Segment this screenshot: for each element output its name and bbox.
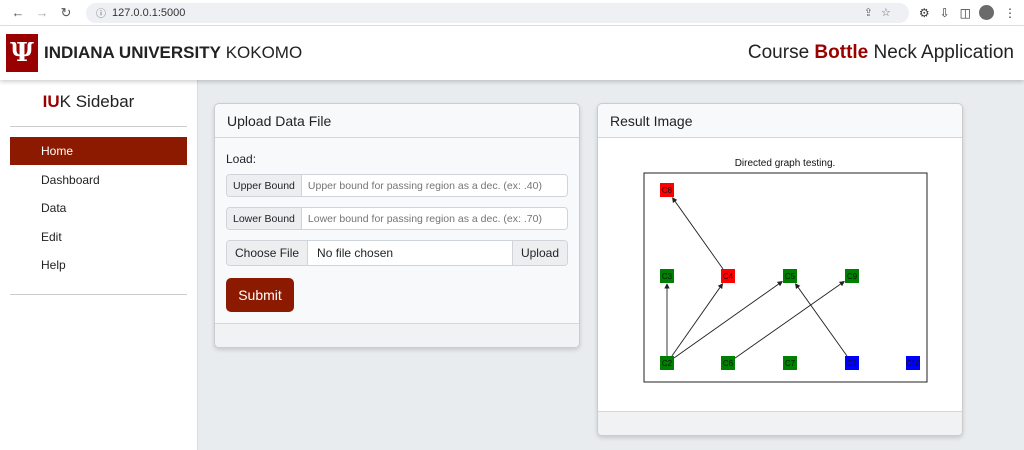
result-card-footer	[598, 411, 962, 435]
download-icon[interactable]: ⇩	[940, 6, 950, 20]
graph-node-label: C6	[723, 359, 734, 368]
submit-button[interactable]: Submit	[226, 278, 294, 312]
sidebar-title-iu: IU	[42, 92, 60, 111]
share-bookmark-icons[interactable]: ⇪☆	[864, 6, 899, 19]
load-label: Load:	[226, 152, 257, 166]
graph-node-c3: C3	[660, 269, 674, 283]
graph-node-label: C4	[723, 272, 734, 281]
sidebar-item-dashboard[interactable]: Dashboard	[10, 166, 187, 194]
graph-node-label: C5	[785, 272, 796, 281]
forward-icon[interactable]: →	[32, 5, 52, 20]
graph-node-c10: C10	[906, 356, 921, 370]
address-bar[interactable]: ⓘ 127.0.0.1:5000 ⇪☆	[86, 2, 909, 23]
graph-node-c4: C4	[721, 269, 735, 283]
menu-icon[interactable]: ⋮	[1004, 6, 1016, 20]
lower-bound-label: Lower Bound	[227, 208, 302, 229]
upload-card-title: Upload Data File	[215, 104, 579, 138]
graph-node-c6: C6	[721, 356, 735, 370]
graph-node-label: C3	[662, 272, 673, 281]
sidebar-title: IUK Sidebar	[0, 92, 177, 112]
profile-avatar[interactable]	[979, 5, 994, 20]
graph-node-c5: C5	[783, 269, 797, 283]
result-card-title: Result Image	[598, 104, 962, 138]
upper-bound-group: Upper Bound	[226, 174, 568, 197]
lower-bound-group: Lower Bound	[226, 207, 568, 230]
url-text: 127.0.0.1:5000	[112, 6, 186, 19]
sidebar-divider	[10, 126, 187, 127]
upper-bound-label: Upper Bound	[227, 175, 302, 196]
result-card: Result Image Directed graph testing. C8 C…	[597, 103, 963, 436]
brand-light: KOKOMO	[225, 43, 303, 62]
sidebar-item-help[interactable]: Help	[10, 251, 187, 279]
main-content: Upload Data File Load: Upper Bound Lower…	[198, 80, 1024, 450]
sidebar-divider-bottom	[10, 294, 187, 295]
directed-graph: Directed graph testing. C8 C3 C4 C5 C9 C2 C6 C7…	[643, 158, 928, 383]
upload-button[interactable]: Upload	[511, 241, 567, 265]
app-title-pre: Course	[747, 42, 815, 63]
sidepanel-icon[interactable]: ◫	[960, 6, 971, 20]
brand-bold: INDIANA UNIVERSITY	[44, 43, 221, 62]
choose-file-button[interactable]: Choose File	[227, 241, 309, 265]
sidebar-menu: Home Dashboard Data Edit Help	[10, 137, 187, 279]
extensions-icon[interactable]: ⚙	[919, 6, 930, 20]
reload-icon[interactable]: ↻	[56, 5, 76, 21]
graph-node-c7: C7	[783, 356, 797, 370]
graph-node-label: C10	[906, 359, 921, 368]
file-status: No file chosen	[317, 246, 394, 260]
upper-bound-input[interactable]	[301, 175, 567, 196]
app-title-post: Neck Application	[868, 42, 1014, 63]
graph-node-c1: C1	[845, 356, 859, 370]
file-input-group: Choose File No file chosen Upload	[226, 240, 568, 266]
app-header: Ψ INDIANA UNIVERSITY KOKOMO Course Bottl…	[0, 26, 1024, 80]
sidebar-item-edit[interactable]: Edit	[10, 223, 187, 251]
graph-node-label: C9	[847, 272, 858, 281]
app-title-highlight: Bottle	[814, 42, 869, 63]
lower-bound-input[interactable]	[301, 208, 567, 229]
sidebar-title-rest: K Sidebar	[59, 92, 135, 111]
graph-title: Directed graph testing.	[735, 158, 836, 169]
site-info-icon[interactable]: ⓘ	[96, 5, 106, 20]
browser-toolbar: ← → ↻ ⓘ 127.0.0.1:5000 ⇪☆ ⚙ ⇩ ◫ ⋮	[0, 0, 1024, 26]
graph-node-label: C8	[662, 186, 673, 195]
graph-node-c9: C9	[845, 269, 859, 283]
app-title: Course Bottle Neck Application	[748, 42, 1014, 64]
graph-node-c8: C8	[660, 183, 674, 197]
upload-card-footer	[215, 323, 579, 347]
brand-name: INDIANA UNIVERSITY KOKOMO	[44, 43, 302, 63]
sidebar-item-home[interactable]: Home	[10, 137, 187, 165]
iu-trident-logo: Ψ	[6, 34, 38, 72]
result-image: Directed graph testing. C8 C3 C4 C5 C9 C2 C6 C7…	[598, 138, 962, 412]
graph-node-label: C1	[847, 359, 858, 368]
sidebar-item-data[interactable]: Data	[10, 194, 187, 222]
back-icon[interactable]: ←	[8, 5, 28, 20]
graph-node-label: C7	[785, 359, 796, 368]
upload-card: Upload Data File Load: Upper Bound Lower…	[214, 103, 580, 348]
graph-node-c2: C2	[660, 356, 674, 370]
sidebar: IUK Sidebar Home Dashboard Data Edit Hel…	[0, 80, 198, 450]
graph-node-label: C2	[662, 359, 673, 368]
